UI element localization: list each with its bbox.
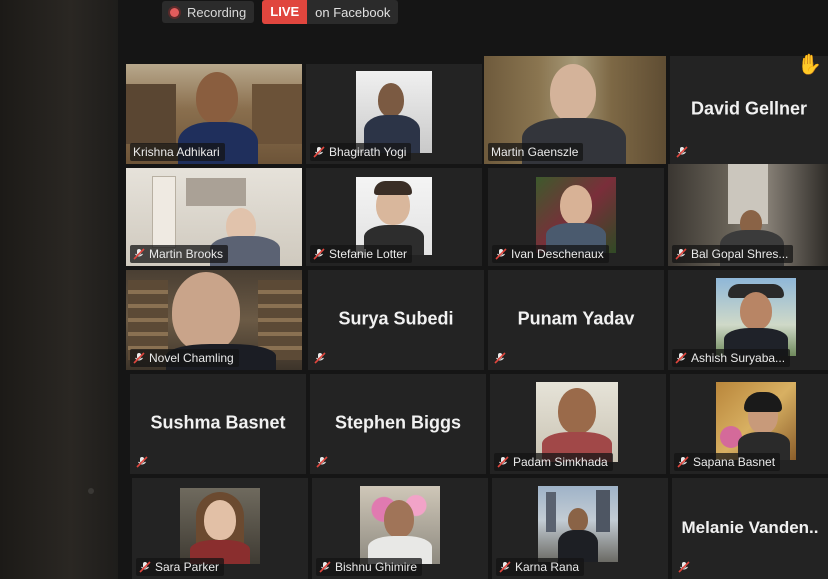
record-dot-icon — [170, 7, 179, 17]
participant-name-tag: Novel Chamling — [130, 349, 239, 367]
participant-tile[interactable]: Bhagirath Yogi — [306, 64, 482, 164]
participant-name: Bishnu Ghimire — [335, 560, 418, 574]
muted-mic-icon — [316, 456, 328, 468]
recording-label: Recording — [187, 4, 247, 20]
muted-mic-icon — [313, 248, 325, 260]
participant-name-tag: Krishna Adhikari — [130, 143, 225, 161]
participant-name: Ashish Suryaba... — [691, 351, 786, 365]
live-badge: LIVE — [262, 0, 308, 24]
participant-tile[interactable]: Surya Subedi — [308, 270, 484, 370]
participant-tile[interactable]: Karna Rana — [492, 478, 668, 579]
muted-mic-icon — [495, 248, 507, 260]
live-stream-indicator[interactable]: LIVE on Facebook — [262, 0, 399, 24]
participant-name: Ivan Deschenaux — [511, 247, 604, 261]
participant-name: Bal Gopal Shres... — [691, 247, 789, 261]
participant-tile[interactable]: Ashish Suryaba... — [668, 270, 828, 370]
participant-name-tag: Sapana Basnet — [674, 453, 781, 471]
participant-name: Krishna Adhikari — [133, 145, 220, 159]
recording-status-bar: Recording LIVE on Facebook — [162, 0, 399, 24]
participant-name: Stefanie Lotter — [329, 247, 408, 261]
participant-name: Martin Brooks — [149, 247, 224, 261]
participant-name: Karna Rana — [515, 560, 580, 574]
laptop-bezel — [0, 0, 118, 579]
participant-name-tag: Stefanie Lotter — [310, 245, 413, 263]
bezel-dot — [88, 488, 94, 494]
muted-mic-icon — [675, 248, 687, 260]
participant-tile[interactable]: Krishna Adhikari — [126, 64, 302, 164]
participant-tile[interactable]: Bal Gopal Shres... — [668, 164, 828, 266]
participant-name: Melanie Vanden.. — [681, 517, 819, 537]
muted-mic-icon — [136, 456, 148, 468]
participant-name-tag: Martin Gaenszle — [488, 143, 584, 161]
active-speaker-tile[interactable]: Martin Gaenszle — [484, 56, 666, 164]
muted-mic-icon — [313, 146, 325, 158]
participant-name: Sara Parker — [155, 560, 220, 574]
participant-tile[interactable]: Bishnu Ghimire — [312, 478, 488, 579]
participant-name: Punam Yadav — [517, 308, 635, 329]
muted-mic-icon — [133, 248, 145, 260]
participant-name-tag: Padam Simkhada — [494, 453, 613, 471]
participant-name: David Gellner — [690, 98, 808, 119]
participant-name-tag: Bal Gopal Shres... — [672, 245, 794, 263]
participant-tile[interactable]: Stephen Biggs — [310, 374, 486, 474]
muted-mic-icon — [139, 561, 151, 573]
muted-mic-icon — [314, 352, 326, 364]
participant-tile[interactable]: Padam Simkhada — [490, 374, 666, 474]
muted-mic-icon — [677, 456, 689, 468]
participant-name: Novel Chamling — [149, 351, 234, 365]
participant-name: Padam Simkhada — [513, 455, 608, 469]
participant-name-tag: Karna Rana — [496, 558, 585, 576]
live-destination: on Facebook — [315, 4, 391, 20]
recording-indicator[interactable]: Recording — [162, 1, 255, 23]
participant-name-tag: Bhagirath Yogi — [310, 143, 412, 161]
raise-hand-icon: ✋ — [797, 54, 822, 76]
participant-name-tag: Bishnu Ghimire — [316, 558, 423, 576]
muted-mic-icon — [497, 456, 509, 468]
participant-tile[interactable]: Stefanie Lotter — [306, 168, 482, 266]
participant-tile[interactable]: Sara Parker — [132, 478, 308, 579]
muted-mic-icon — [675, 352, 687, 364]
participant-name: Martin Gaenszle — [491, 145, 579, 159]
participant-name: Sushma Basnet — [150, 412, 286, 433]
participant-name-tag: Martin Brooks — [130, 245, 229, 263]
participant-tile[interactable]: Melanie Vanden.. — [672, 478, 828, 579]
participant-tile[interactable]: Novel Chamling — [126, 270, 302, 370]
muted-mic-icon — [319, 561, 331, 573]
muted-mic-icon — [499, 561, 511, 573]
participant-name: Surya Subedi — [338, 308, 454, 329]
muted-mic-icon — [676, 146, 688, 158]
zoom-gallery-view: Recording LIVE on Facebook Krishna Adhik… — [118, 0, 828, 579]
participant-name-tag: Ivan Deschenaux — [492, 245, 609, 263]
participant-name: Stephen Biggs — [334, 412, 461, 433]
muted-mic-icon — [678, 561, 690, 573]
participant-tile[interactable]: Ivan Deschenaux — [488, 168, 664, 266]
participant-name: Sapana Basnet — [693, 455, 776, 469]
participant-name-tag: Ashish Suryaba... — [672, 349, 791, 367]
participant-tile[interactable]: Sushma Basnet — [130, 374, 306, 474]
participant-tile[interactable]: Martin Brooks — [126, 168, 302, 266]
participant-name-tag: Sara Parker — [136, 558, 225, 576]
muted-mic-icon — [133, 352, 145, 364]
participant-tile[interactable]: Sapana Basnet — [670, 374, 828, 474]
participant-tile[interactable]: Punam Yadav — [488, 270, 664, 370]
muted-mic-icon — [494, 352, 506, 364]
participant-name: Bhagirath Yogi — [329, 145, 407, 159]
